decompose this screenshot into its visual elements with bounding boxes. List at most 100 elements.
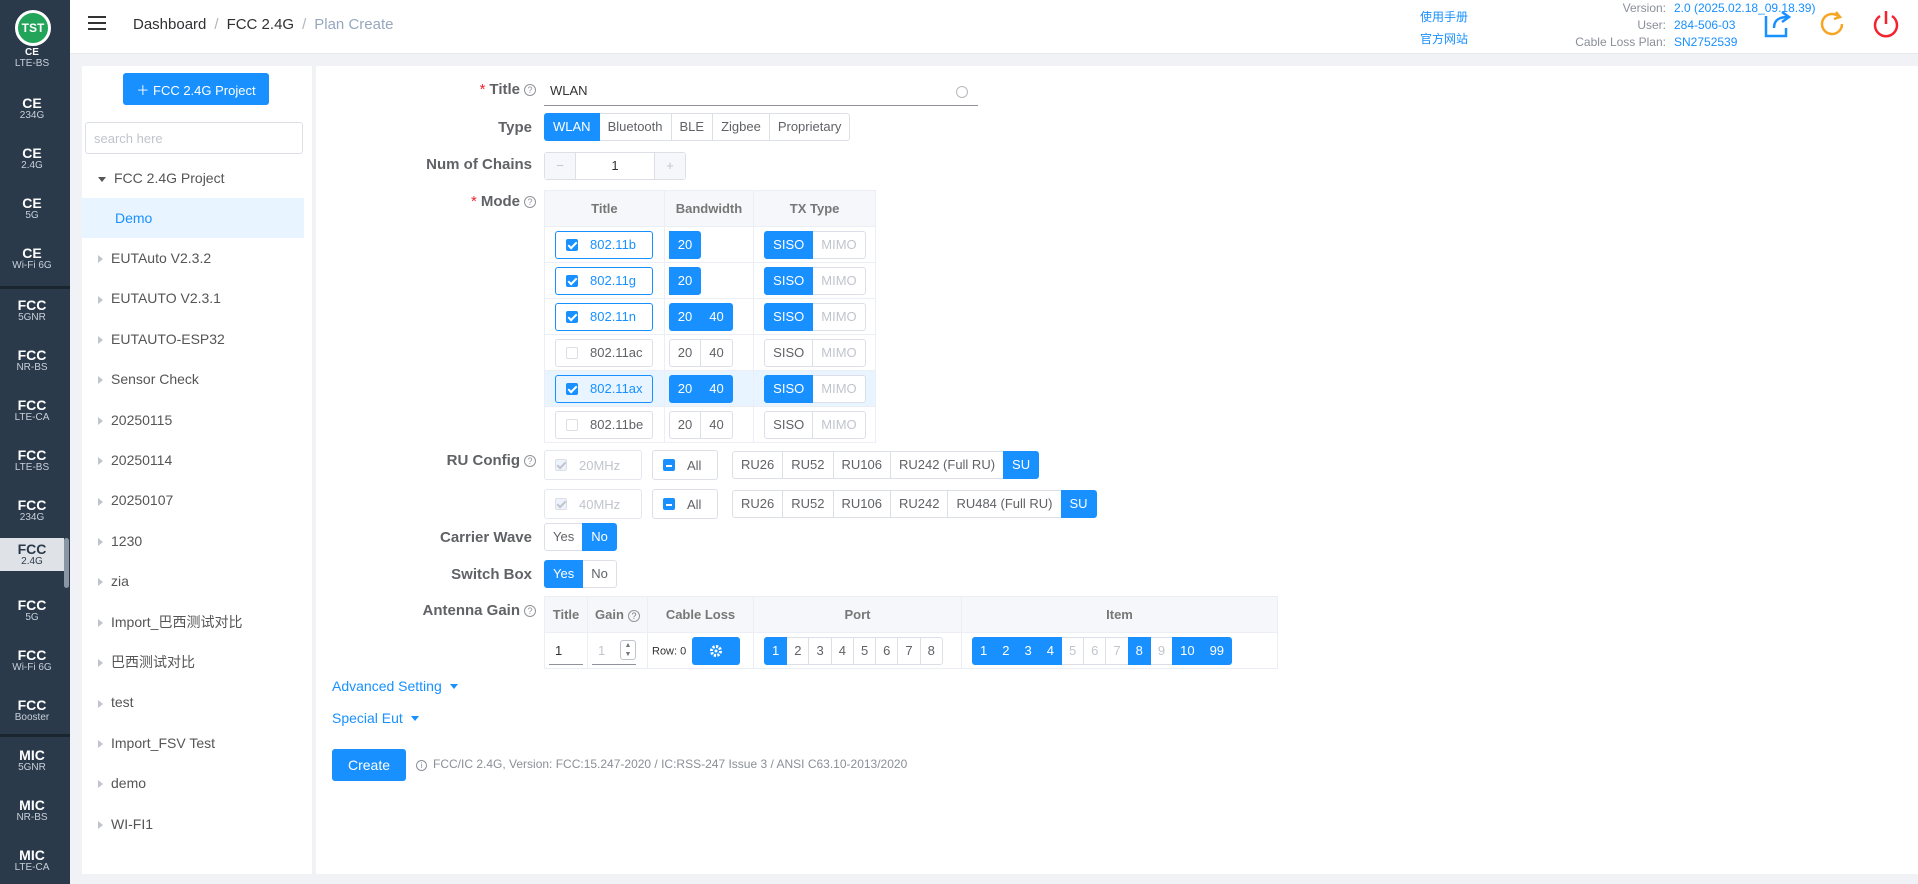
- hamburger-menu-icon[interactable]: [88, 16, 106, 32]
- ru-option-ru242-full-ru-[interactable]: RU242 (Full RU): [889, 451, 1005, 479]
- tree-node-item[interactable]: WI-FI1: [82, 804, 304, 844]
- ru-option-ru52[interactable]: RU52: [782, 451, 834, 479]
- mode-checkbox-80211g[interactable]: 802.11g: [555, 266, 653, 295]
- tree-node-item[interactable]: demo: [82, 763, 304, 803]
- tx-type-mimo[interactable]: MIMO: [812, 410, 866, 439]
- ru-option-su[interactable]: SU: [1060, 490, 1097, 518]
- item-option-4[interactable]: 4: [1038, 636, 1062, 665]
- carrier-wave-yes[interactable]: Yes: [544, 523, 584, 551]
- ru-option-ru52[interactable]: RU52: [782, 490, 834, 518]
- tx-type-mimo[interactable]: MIMO: [812, 266, 866, 295]
- rail-item-fcc-nr-bs[interactable]: FCC NR-BS: [0, 348, 64, 373]
- tx-type-siso[interactable]: SISO: [764, 302, 814, 331]
- mode-checkbox-80211be[interactable]: 802.11be: [555, 410, 653, 439]
- ru-option-ru106[interactable]: RU106: [832, 451, 891, 479]
- help-icon[interactable]: ?: [524, 605, 536, 617]
- item-option-99[interactable]: 99: [1201, 636, 1233, 665]
- antenna-title-input[interactable]: 1: [549, 637, 583, 665]
- rail-item-ce-2-4g[interactable]: CE 2.4G: [0, 146, 64, 171]
- carrier-wave-no[interactable]: No: [582, 523, 617, 551]
- antenna-gain-input[interactable]: 1 ▲ ▼: [592, 637, 636, 665]
- tree-node-item[interactable]: EUTAuto V2.3.2: [82, 238, 304, 278]
- add-project-button[interactable]: ＋ FCC 2.4G Project: [123, 73, 269, 105]
- rail-item-ce-lte-bs[interactable]: CE LTE-BS: [0, 47, 64, 69]
- tree-node-item[interactable]: 1230: [82, 521, 304, 561]
- rail-item-fcc-lte-bs[interactable]: FCC LTE-BS: [0, 448, 64, 473]
- ru-option-su[interactable]: SU: [1003, 451, 1040, 479]
- tree-node-selected[interactable]: Demo: [82, 198, 304, 238]
- rail-item-mic-lte-ca[interactable]: MIC LTE-CA: [0, 848, 64, 873]
- type-option-wlan[interactable]: WLAN: [544, 113, 600, 141]
- type-option-proprietary[interactable]: Proprietary: [768, 113, 851, 141]
- tx-type-siso[interactable]: SISO: [764, 338, 814, 367]
- port-option-6[interactable]: 6: [875, 636, 899, 665]
- rail-item-mic-nr-bs[interactable]: MIC NR-BS: [0, 798, 64, 823]
- ru-option-ru484-full-ru-[interactable]: RU484 (Full RU): [947, 490, 1062, 518]
- bandwidth-option-20[interactable]: 20: [668, 266, 702, 295]
- ru-option-ru26[interactable]: RU26: [732, 490, 784, 518]
- help-icon[interactable]: ?: [524, 455, 536, 467]
- ru-option-ru106[interactable]: RU106: [832, 490, 891, 518]
- tx-type-siso[interactable]: SISO: [764, 374, 814, 403]
- tree-node-item[interactable]: 巴西测试对比: [82, 642, 304, 682]
- mode-checkbox-80211n[interactable]: 802.11n: [555, 302, 653, 331]
- type-option-bluetooth[interactable]: Bluetooth: [598, 113, 672, 141]
- item-option-2[interactable]: 2: [994, 636, 1018, 665]
- special-eut-dropdown[interactable]: Special Eut: [332, 710, 419, 726]
- num-chains-value[interactable]: 1: [575, 153, 655, 179]
- increment-button[interactable]: +: [655, 153, 685, 179]
- spinner-icon[interactable]: ▲ ▼: [620, 640, 636, 660]
- type-option-ble[interactable]: BLE: [670, 113, 714, 141]
- switch-box-no[interactable]: No: [582, 560, 617, 588]
- bandwidth-option-40[interactable]: 40: [700, 374, 733, 403]
- item-option-3[interactable]: 3: [1016, 636, 1040, 665]
- port-option-2[interactable]: 2: [786, 636, 810, 665]
- bandwidth-option-20[interactable]: 20: [668, 410, 702, 439]
- item-option-8[interactable]: 8: [1127, 636, 1151, 665]
- tx-type-siso[interactable]: SISO: [764, 410, 814, 439]
- tree-node-item[interactable]: test: [82, 682, 304, 722]
- tx-type-mimo[interactable]: MIMO: [812, 302, 866, 331]
- help-icon[interactable]: ?: [627, 610, 640, 622]
- create-button[interactable]: Create: [332, 749, 406, 781]
- tx-type-mimo[interactable]: MIMO: [812, 374, 866, 403]
- ru-all-checkbox[interactable]: All: [652, 489, 718, 519]
- tree-node-item[interactable]: 20250114: [82, 440, 304, 480]
- decrement-button[interactable]: −: [545, 153, 575, 179]
- tree-node-item[interactable]: 20250115: [82, 400, 304, 440]
- rail-scrollbar[interactable]: [64, 538, 69, 588]
- rail-item-ce-5g[interactable]: CE 5G: [0, 196, 64, 221]
- port-option-1[interactable]: 1: [764, 636, 788, 665]
- bandwidth-option-20[interactable]: 20: [668, 338, 702, 367]
- bandwidth-option-40[interactable]: 40: [700, 302, 733, 331]
- ru-option-ru242[interactable]: RU242: [889, 490, 949, 518]
- bandwidth-option-40[interactable]: 40: [700, 338, 733, 367]
- tx-type-mimo[interactable]: MIMO: [812, 230, 866, 259]
- breadcrumb-dashboard[interactable]: Dashboard: [133, 16, 206, 33]
- tx-type-mimo[interactable]: MIMO: [812, 338, 866, 367]
- app-logo[interactable]: TST: [15, 10, 51, 46]
- power-icon[interactable]: [1870, 8, 1902, 40]
- export-icon[interactable]: [1762, 8, 1794, 40]
- rail-item-ce-wi-fi-6g[interactable]: CE Wi-Fi 6G: [0, 246, 64, 271]
- rail-item-fcc-wi-fi-6g[interactable]: FCC Wi-Fi 6G: [0, 648, 64, 673]
- rail-item-fcc-lte-ca[interactable]: FCC LTE-CA: [0, 398, 64, 423]
- rail-item-mic-5gnr[interactable]: MIC 5GNR: [0, 748, 64, 773]
- tree-search-input[interactable]: [85, 122, 303, 154]
- mode-checkbox-80211ax[interactable]: 802.11ax: [555, 374, 653, 403]
- tree-node-item[interactable]: Import_FSV Test: [82, 723, 304, 763]
- tx-type-siso[interactable]: SISO: [764, 230, 814, 259]
- tree-node-item[interactable]: Import_巴西测试对比: [82, 602, 304, 642]
- item-option-1[interactable]: 1: [972, 636, 996, 665]
- switch-box-yes[interactable]: Yes: [544, 560, 584, 588]
- rail-item-fcc-5g[interactable]: FCC 5G: [0, 598, 64, 623]
- port-option-5[interactable]: 5: [852, 636, 877, 665]
- tree-node-item[interactable]: EUTAUTO V2.3.1: [82, 278, 304, 318]
- mode-checkbox-80211b[interactable]: 802.11b: [555, 230, 653, 259]
- help-icon[interactable]: ?: [524, 84, 536, 96]
- item-option-5[interactable]: 5: [1060, 636, 1085, 665]
- title-input[interactable]: [544, 76, 978, 106]
- cable-plan-value[interactable]: SN2752539: [1674, 34, 1815, 51]
- bandwidth-option-20[interactable]: 20: [668, 374, 702, 403]
- item-option-9[interactable]: 9: [1149, 636, 1174, 665]
